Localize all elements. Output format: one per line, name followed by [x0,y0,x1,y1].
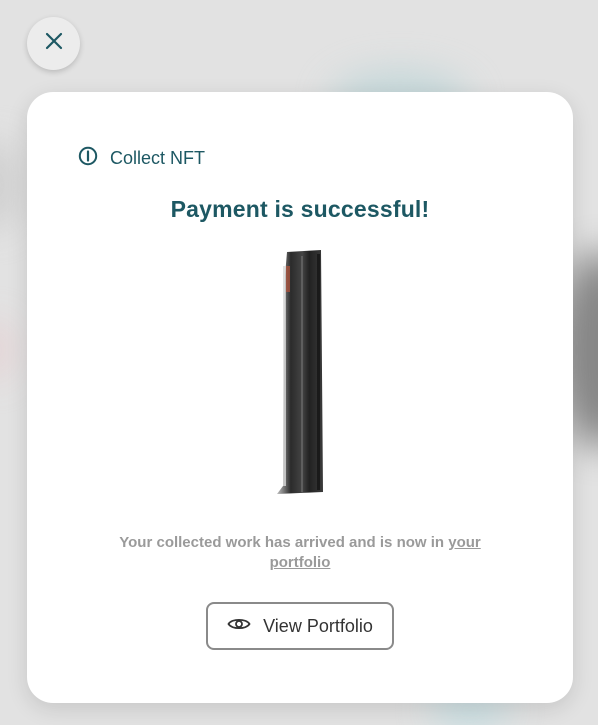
eye-icon [227,616,251,637]
dialog-header-label: Collect NFT [110,148,206,168]
close-icon [45,32,63,55]
view-portfolio-label: View Portfolio [263,615,373,636]
background-blur-shape [0,320,10,380]
confirmation-message: Your collected work has arrived and is n… [97,533,503,573]
background-blur-shape [0,140,20,230]
collect-nft-dialog: Collect NFT Payment is successful! Your … [27,92,573,703]
confirmation-message-text: Your collected work has arrived and is n… [119,534,449,551]
nft-artwork-image [273,246,329,496]
info-circle-icon [78,146,98,171]
close-button[interactable] [27,17,80,70]
dialog-title: Payment is successful! [170,196,430,222]
view-portfolio-button[interactable]: View Portfolio [206,602,394,650]
dialog-header: Collect NFT [78,146,205,171]
